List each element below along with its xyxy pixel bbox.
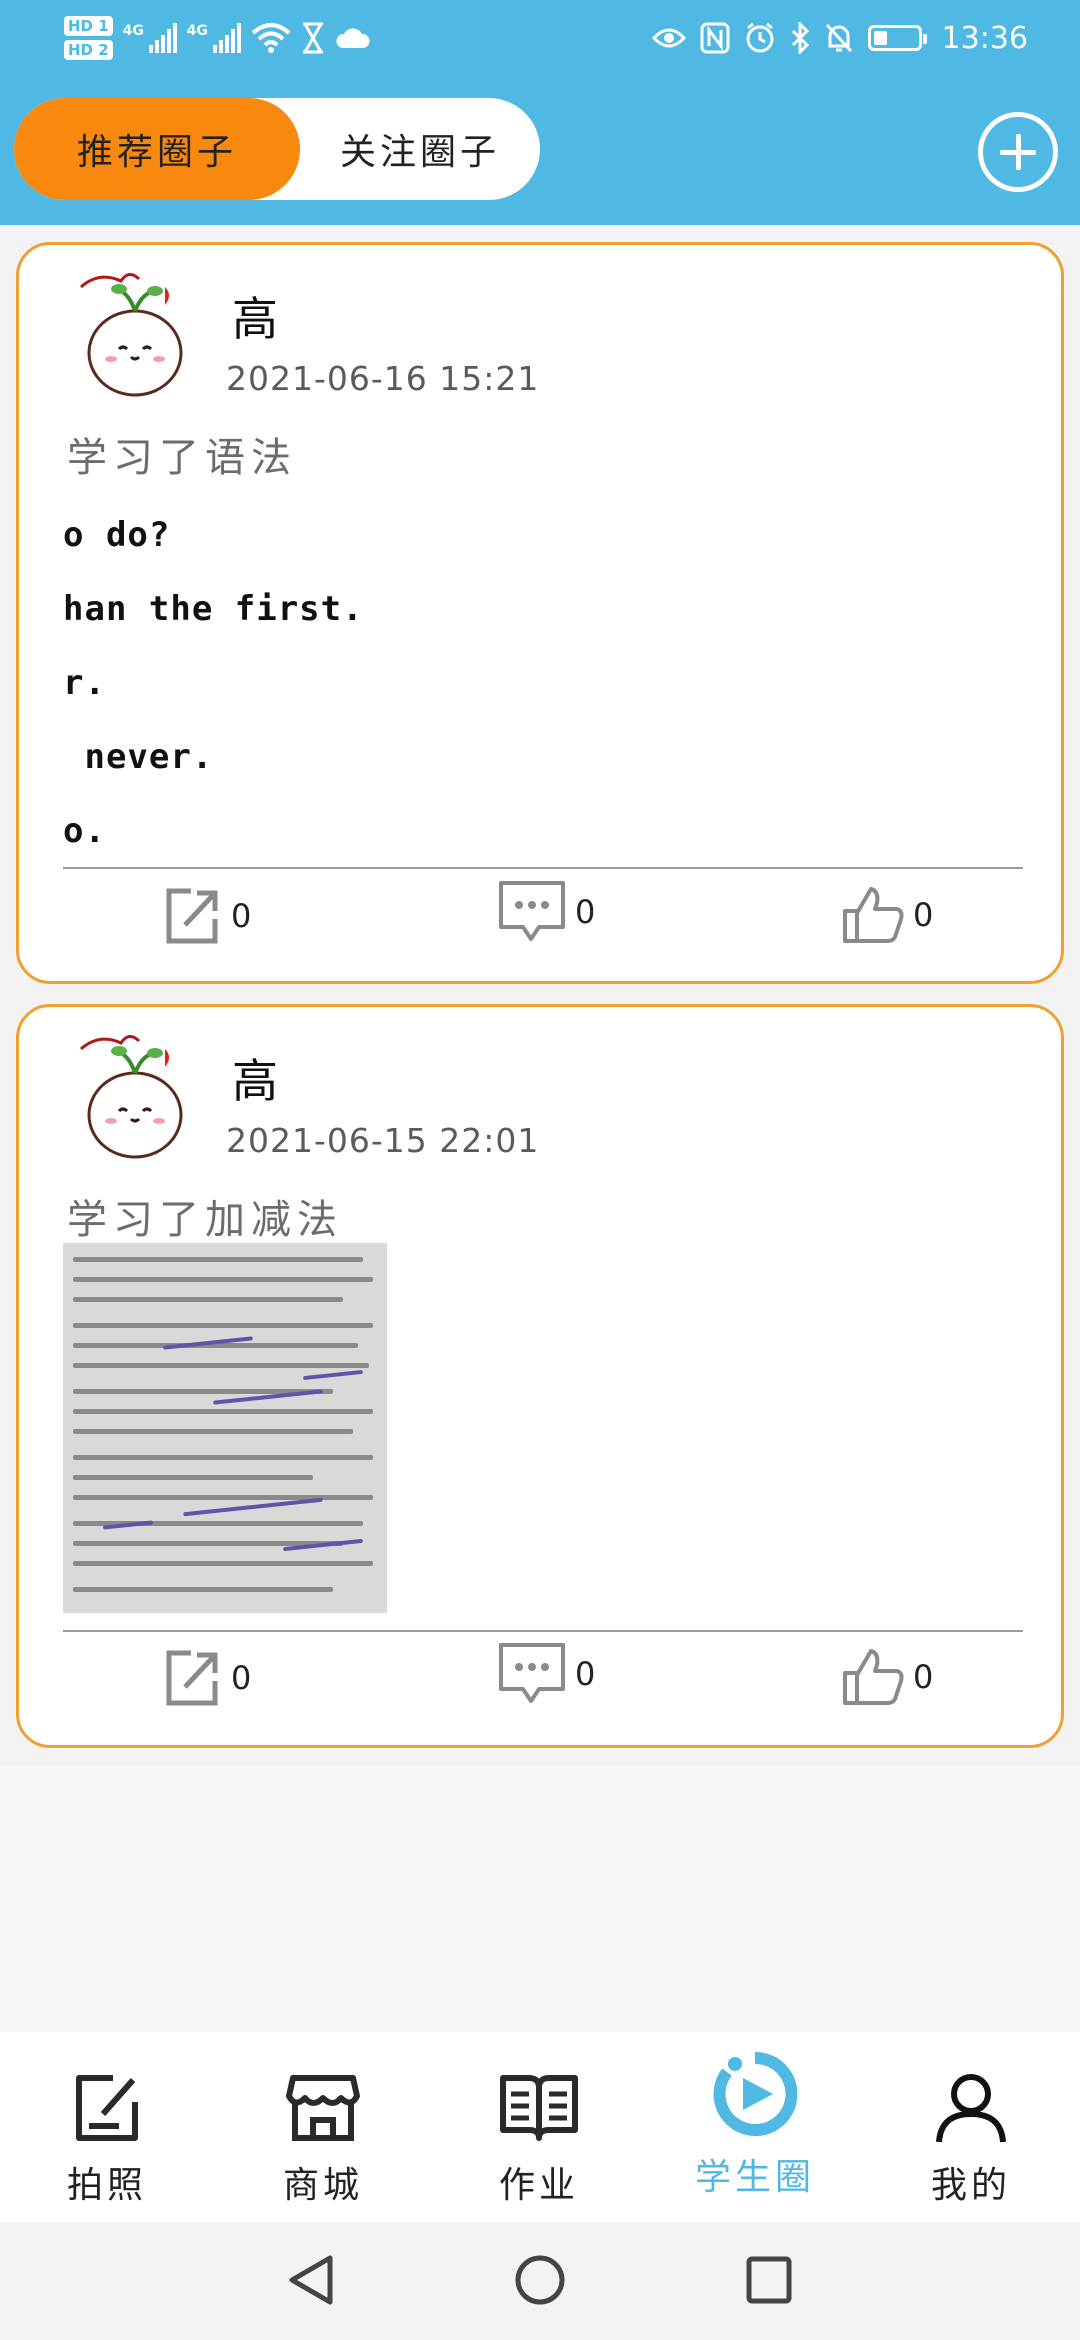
thumbs-up-icon	[843, 887, 904, 943]
comment-count: 0	[575, 893, 596, 931]
post-feed: 高 2021-06-16 15:21 学习了语法 o do? han the f…	[0, 225, 1080, 2032]
edit-icon	[76, 2075, 138, 2141]
post-text: 学习了加减法	[67, 1197, 343, 1243]
cloud-icon	[336, 28, 370, 48]
avatar[interactable]	[69, 1027, 229, 1167]
photo-text-line: o do?	[63, 515, 171, 555]
battery-level	[873, 31, 887, 45]
like-count: 0	[913, 896, 934, 934]
store-icon	[286, 2075, 360, 2141]
share-button[interactable]: 0	[161, 1647, 251, 1709]
nav-label: 拍照	[66, 2165, 147, 2206]
comment-count: 0	[575, 1655, 596, 1693]
post-card[interactable]: 高 2021-06-15 22:01 学习了加减法 0 0 0	[16, 1004, 1064, 1748]
post-card[interactable]: 高 2021-06-16 15:21 学习了语法 o do? han the f…	[16, 242, 1064, 984]
nav-label: 学生圈	[694, 2157, 815, 2198]
divider	[63, 867, 1023, 869]
back-icon[interactable]	[286, 2252, 336, 2308]
battery-icon	[867, 25, 927, 51]
status-right: 13:36	[651, 14, 1028, 62]
like-button[interactable]: 0	[841, 885, 933, 945]
comment-icon	[499, 1643, 565, 1703]
bottom-nav: 拍照 商城 作业 学生圈 我的	[0, 2032, 1080, 2222]
like-count: 0	[913, 1658, 934, 1696]
status-left: HD 1 HD 2 4G 4G	[64, 8, 371, 68]
avatar[interactable]	[69, 265, 229, 405]
nav-label: 我的	[930, 2165, 1011, 2206]
photo-text-line: han the first.	[63, 589, 364, 629]
share-button[interactable]: 0	[161, 885, 251, 947]
hd-badge-1: HD 1	[64, 16, 113, 36]
nav-label: 作业	[498, 2165, 579, 2206]
tab-recommended-circles[interactable]: 推荐圈子	[14, 98, 300, 200]
post-timestamp: 2021-06-16 15:21	[226, 359, 540, 398]
app-header: HD 1 HD 2 4G 4G 13:36 推荐圈子 关注圈子	[0, 0, 1080, 225]
clock: 13:36	[941, 20, 1028, 56]
user-icon	[936, 2074, 1006, 2143]
alarm-icon	[746, 22, 774, 53]
photo-text-line: r.	[63, 663, 106, 703]
divider	[63, 1630, 1023, 1632]
nav-item-store[interactable]: 商城	[248, 2072, 398, 2208]
hd-badges: HD 1 HD 2	[64, 16, 113, 60]
comment-icon	[499, 881, 565, 941]
post-author: 高	[232, 292, 278, 346]
recents-icon[interactable]	[744, 2252, 794, 2308]
share-count: 0	[231, 897, 252, 935]
thumbs-up-icon	[843, 1649, 904, 1705]
status-bar: HD 1 HD 2 4G 4G 13:36	[0, 0, 1080, 80]
nav-item-mine[interactable]: 我的	[896, 2072, 1046, 2208]
bluetooth-icon	[791, 22, 809, 54]
home-icon[interactable]	[514, 2252, 566, 2308]
wifi-icon	[251, 23, 290, 53]
share-icon	[166, 888, 218, 944]
comment-button[interactable]: 0	[497, 879, 595, 945]
network-type: 4G	[122, 23, 144, 39]
tab-followed-circles[interactable]: 关注圈子	[300, 98, 540, 200]
hourglass-icon	[302, 22, 323, 54]
hd-badge-2: HD 2	[64, 40, 113, 60]
nav-item-homework[interactable]: 作业	[464, 2072, 614, 2208]
circle-play-icon	[713, 2052, 797, 2136]
signal-icon-2: 4G	[187, 23, 241, 53]
post-photo[interactable]	[63, 1243, 387, 1613]
circle-tab-switcher: 推荐圈子 关注圈子	[14, 98, 540, 200]
post-photo[interactable]: o do? han the first. r. never. o.	[63, 507, 723, 847]
share-count: 0	[231, 1659, 252, 1697]
photo-text-line: never.	[63, 737, 214, 777]
book-icon	[500, 2075, 578, 2141]
nav-item-student-circle[interactable]: 学生圈	[680, 2052, 830, 2200]
share-icon	[166, 1650, 218, 1706]
network-type-2: 4G	[186, 23, 208, 39]
post-text: 学习了语法	[67, 435, 297, 481]
comment-button[interactable]: 0	[497, 1641, 595, 1707]
feed-empty-area	[0, 1765, 1080, 2032]
photo-text-line: o.	[63, 811, 106, 847]
eye-icon	[651, 28, 686, 48]
post-timestamp: 2021-06-15 22:01	[226, 1121, 540, 1160]
add-circle-icon[interactable]	[978, 112, 1058, 192]
system-nav-bar	[0, 2222, 1080, 2340]
nav-item-photo[interactable]: 拍照	[32, 2072, 182, 2208]
nfc-icon	[700, 22, 730, 54]
nav-label: 商城	[282, 2165, 363, 2206]
mute-icon	[825, 23, 852, 53]
post-author: 高	[232, 1054, 278, 1108]
signal-icon: 4G	[123, 23, 177, 53]
like-button[interactable]: 0	[841, 1647, 933, 1707]
